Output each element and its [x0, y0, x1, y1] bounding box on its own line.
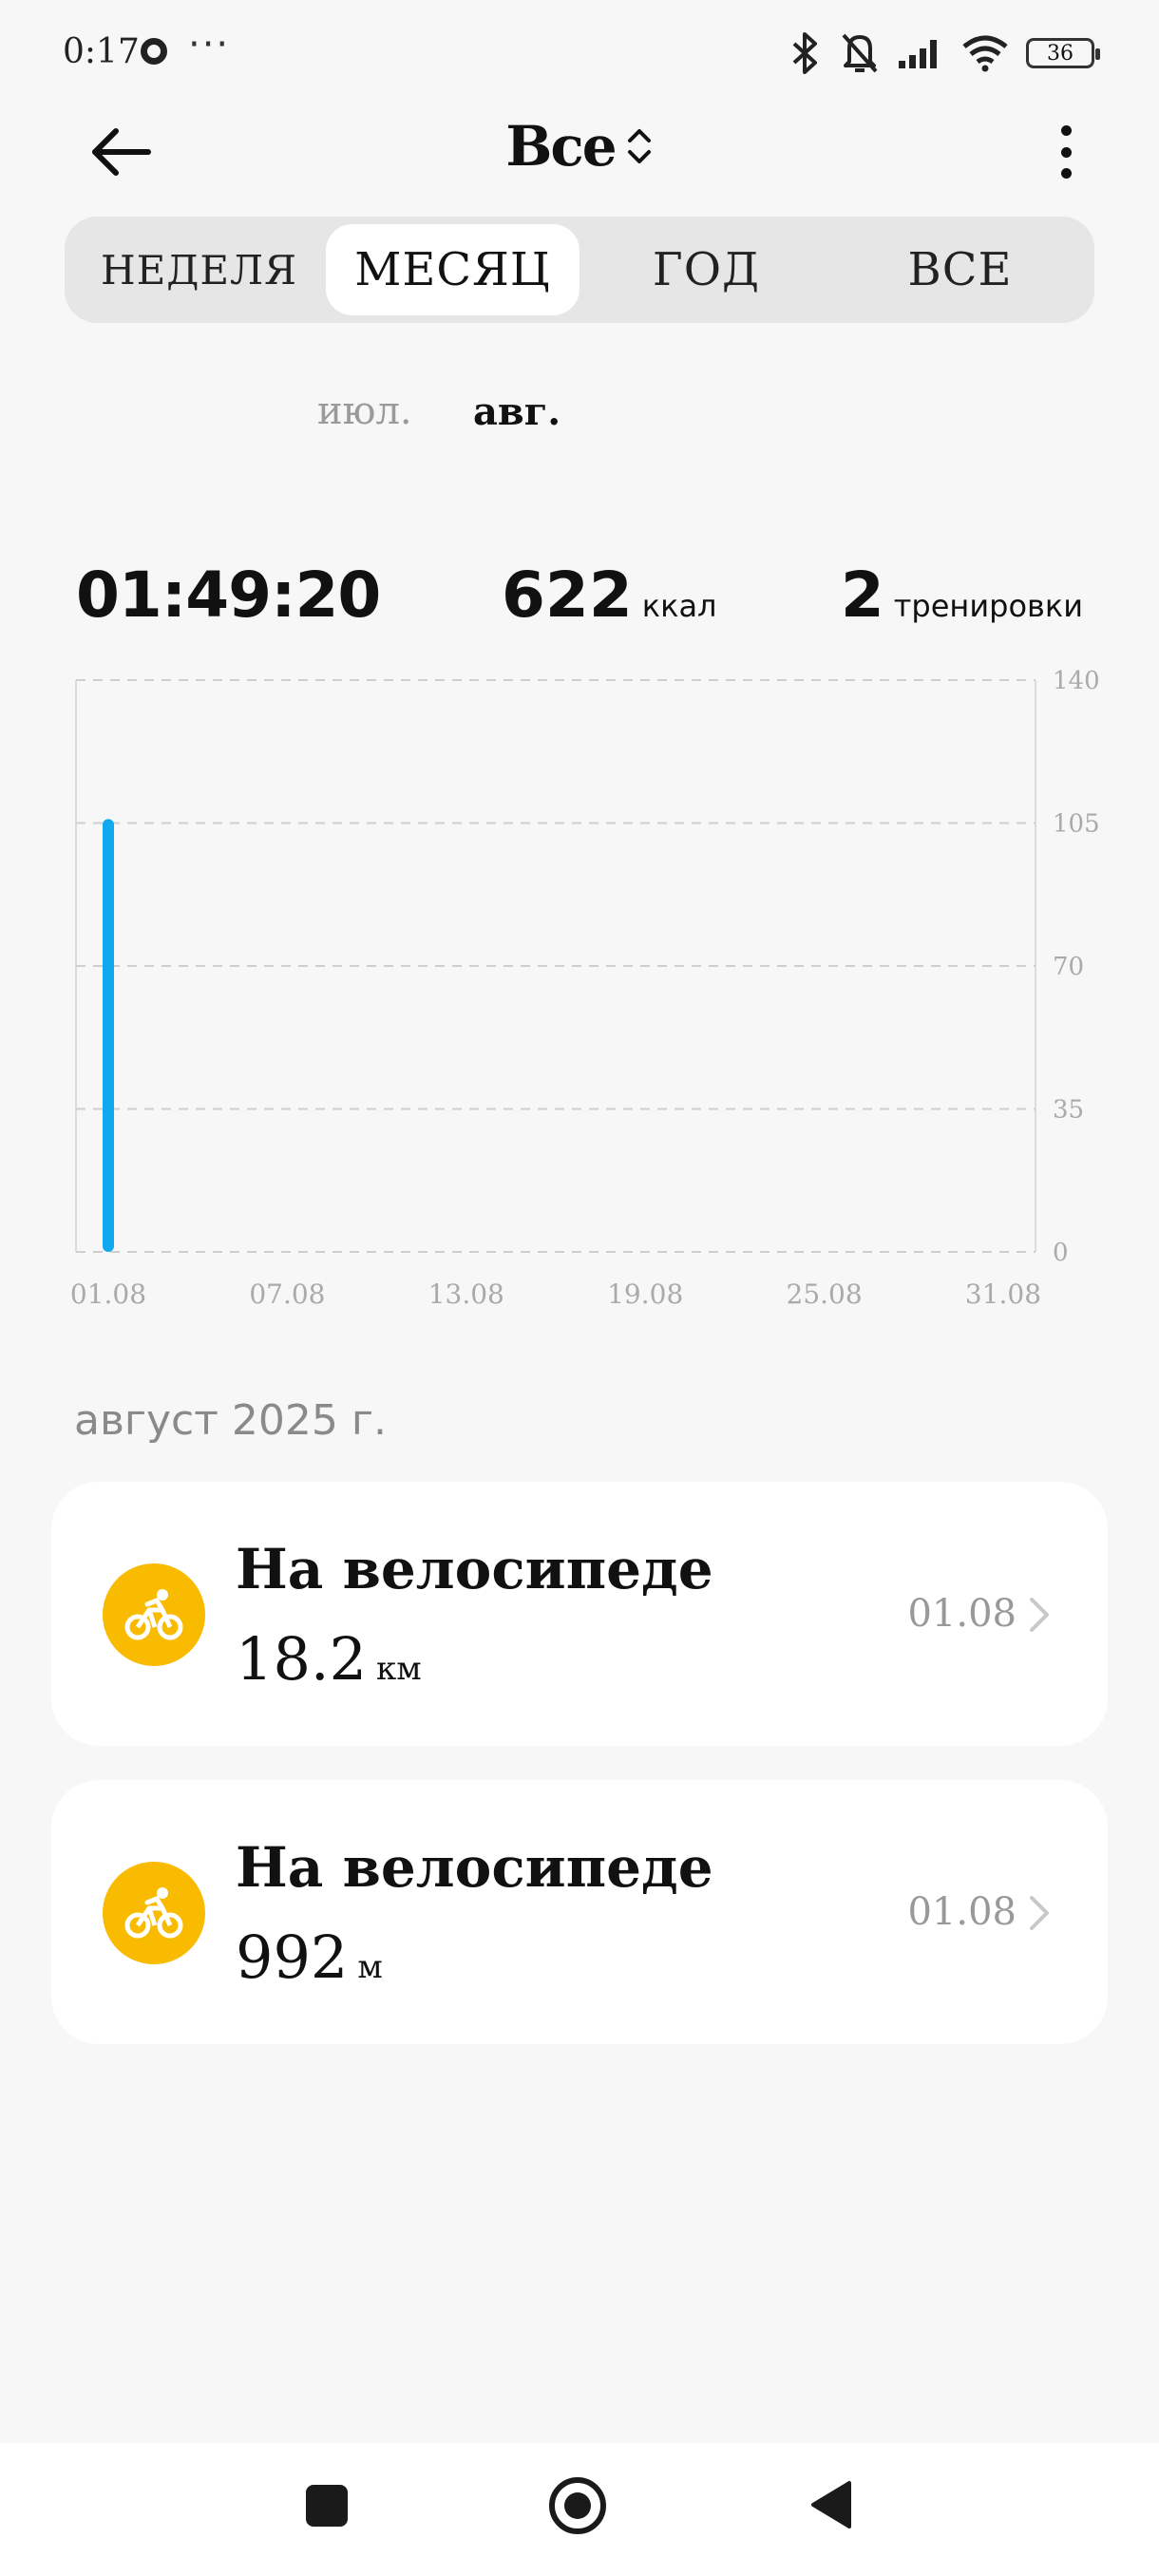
bell-off-icon	[842, 33, 878, 73]
stat-workouts-unit: тренировки	[893, 588, 1083, 624]
stat-workouts: 2 тренировки	[841, 559, 1083, 632]
y-tick-label: 140	[1053, 667, 1100, 695]
section-month-label: август 2025 г.	[74, 1396, 387, 1445]
activity-title: На велосипеде	[236, 1835, 713, 1900]
recents-square-icon[interactable]	[306, 2485, 348, 2527]
activity-card[interactable]: На велосипеде 18.2 км 01.08	[51, 1482, 1108, 1746]
x-tick-label: 07.08	[249, 1279, 325, 1310]
activity-distance-value: 992	[236, 1923, 349, 1992]
tab-week[interactable]: НЕДЕЛЯ	[72, 224, 326, 315]
activity-chart: 0 35 70 105 140 01.08 07.08 13.08 19.08 25.08 31.0…	[70, 667, 1100, 1310]
notification-ring-icon	[141, 38, 167, 65]
stat-duration: 01:49:20	[76, 559, 381, 632]
x-tick-label: 19.08	[607, 1279, 683, 1310]
chevron-right-icon	[1030, 1896, 1049, 1930]
x-tick-label: 25.08	[787, 1279, 863, 1310]
activity-date: 01.08	[907, 1890, 1016, 1934]
stat-calories-value: 622	[502, 559, 633, 632]
x-tick-label: 13.08	[428, 1279, 504, 1310]
y-tick-label: 70	[1053, 953, 1084, 981]
bluetooth-icon	[792, 32, 817, 74]
sort-chevrons-icon	[627, 129, 651, 163]
activity-title: На велосипеде	[236, 1537, 713, 1601]
activity-date: 01.08	[907, 1592, 1016, 1636]
wifi-icon	[962, 35, 1008, 72]
battery-icon: 36	[1026, 38, 1100, 68]
stat-workouts-value: 2	[840, 559, 884, 632]
page-title: Все	[505, 114, 617, 179]
status-more: ···	[188, 23, 231, 66]
activity-distance-unit: м	[357, 1948, 383, 1986]
activity-filter-dropdown[interactable]: Все	[505, 114, 653, 179]
header-title-wrap: Все	[0, 114, 1159, 179]
period-tabs: НЕДЕЛЯ МЕСЯЦ ГОД ВСЕ	[65, 217, 1094, 323]
activity-distance: 992 м	[236, 1923, 383, 1992]
stat-calories: 622 ккал	[502, 559, 717, 632]
x-tick-label: 01.08	[70, 1279, 146, 1310]
tab-all[interactable]: ВСЕ	[833, 224, 1087, 315]
tab-month[interactable]: МЕСЯЦ	[326, 224, 580, 315]
month-current[interactable]: авг.	[473, 389, 560, 434]
y-tick-label: 105	[1053, 810, 1100, 839]
activity-distance-unit: км	[376, 1650, 422, 1688]
more-vertical-icon[interactable]	[1056, 125, 1075, 179]
stat-calories-unit: ккал	[641, 588, 717, 624]
activity-distance-value: 18.2	[236, 1624, 368, 1694]
x-tick-label: 31.08	[965, 1279, 1041, 1310]
bicycle-icon	[103, 1862, 205, 1964]
tab-year[interactable]: ГОД	[580, 224, 833, 315]
y-tick-label: 35	[1053, 1096, 1084, 1125]
chart-bar	[103, 819, 114, 1252]
y-tick-label: 0	[1053, 1239, 1069, 1267]
status-time: 0:17	[63, 32, 140, 71]
status-icons: 36	[788, 27, 1100, 80]
back-triangle-icon[interactable]	[809, 2479, 853, 2530]
month-prev[interactable]: июл.	[317, 389, 412, 433]
bicycle-icon	[103, 1563, 205, 1666]
activity-card[interactable]: На велосипеде 992 м 01.08	[51, 1780, 1108, 2044]
battery-level: 36	[1047, 41, 1074, 66]
chevron-right-icon	[1030, 1598, 1049, 1632]
activity-distance: 18.2 км	[236, 1624, 422, 1694]
signal-icon	[899, 40, 937, 68]
home-circle-icon[interactable]	[549, 2477, 606, 2534]
